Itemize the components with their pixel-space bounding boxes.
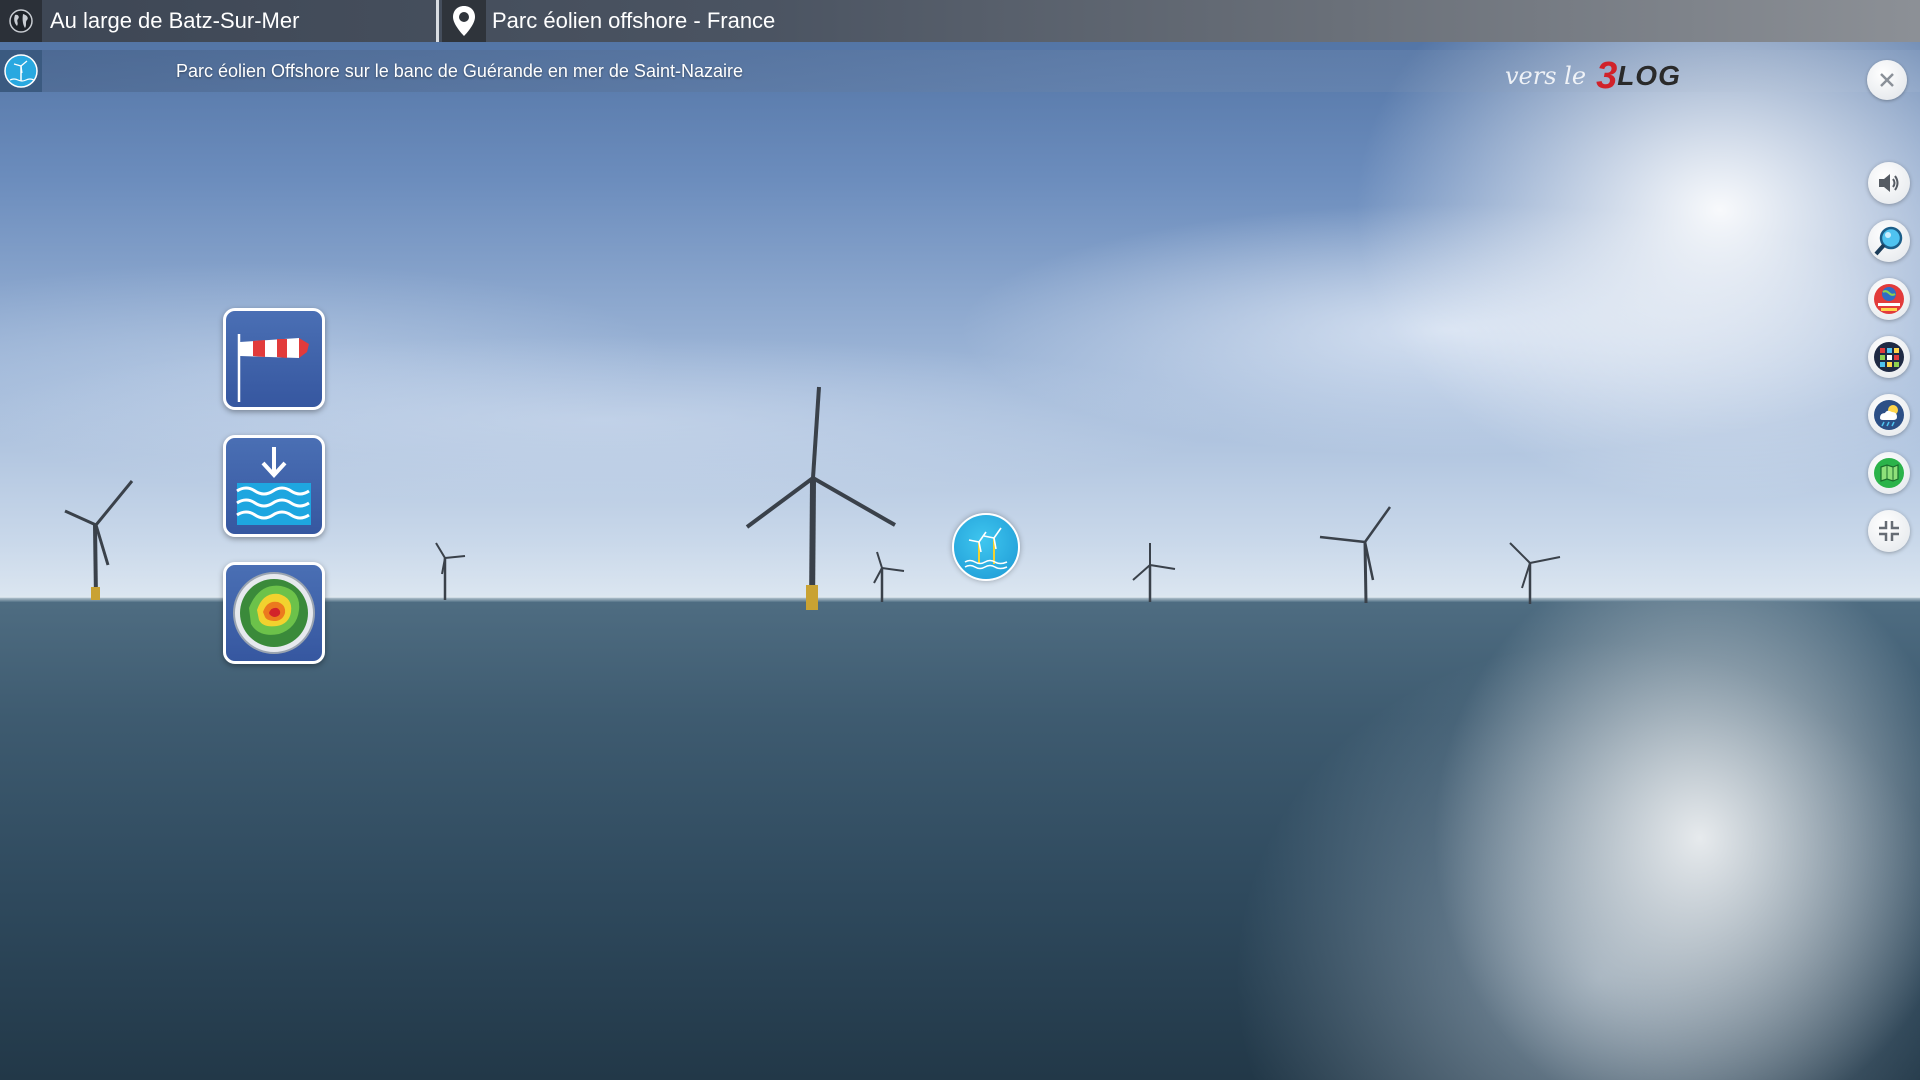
globe-menu-icon <box>1874 284 1904 314</box>
close-icon <box>1880 73 1894 87</box>
exit-fullscreen-button[interactable] <box>1868 510 1910 552</box>
sea <box>0 598 1920 1080</box>
blog-logo-number: 3 <box>1596 54 1618 97</box>
windsock-button[interactable] <box>223 308 325 410</box>
thumbnails-icon <box>1874 342 1904 372</box>
globe-icon[interactable] <box>0 0 42 42</box>
blog-link[interactable]: vers le 3 LOG <box>1505 54 1681 97</box>
speaker-icon <box>1879 174 1899 192</box>
header-divider <box>436 0 439 42</box>
panorama-menu-button[interactable] <box>1868 278 1910 320</box>
wind-turbine-hotspot[interactable] <box>952 513 1020 581</box>
wind-turbine <box>1505 538 1565 608</box>
tide-icon <box>236 447 311 525</box>
windsock-icon <box>237 334 309 402</box>
panorama-title: Parc éolien offshore - France <box>492 8 776 33</box>
radar-icon <box>233 572 315 654</box>
blog-link-prefix: vers le <box>1505 62 1587 90</box>
weather-radar-button[interactable] <box>223 562 325 664</box>
map-pin-icon[interactable] <box>442 0 486 42</box>
wind-turbine <box>60 475 140 605</box>
weather-icon <box>1874 400 1904 430</box>
weather-button[interactable] <box>1868 394 1910 436</box>
zoom-button[interactable] <box>1868 220 1910 262</box>
magnifier-icon <box>1874 226 1903 256</box>
compress-icon <box>1879 521 1899 541</box>
map-icon <box>1874 458 1904 488</box>
map-button[interactable] <box>1868 452 1910 494</box>
wind-turbine <box>1315 505 1395 605</box>
wind-turbine-icon <box>964 527 1008 570</box>
gallery-button[interactable] <box>1868 336 1910 378</box>
sound-button[interactable] <box>1868 162 1910 204</box>
sea-level-button[interactable] <box>223 435 325 537</box>
wind-turbine <box>430 538 470 603</box>
wind-turbine-icon[interactable] <box>0 50 42 92</box>
wind-turbine <box>1130 540 1180 605</box>
panorama-description: Parc éolien Offshore sur le banc de Guér… <box>176 61 743 81</box>
wind-turbine <box>868 550 908 605</box>
blog-logo-word: LOG <box>1617 60 1681 91</box>
location-title: Au large de Batz-Sur-Mer <box>50 8 300 33</box>
close-button[interactable] <box>1867 60 1907 100</box>
top-bar: Au large de Batz-Sur-Mer Parc éolien off… <box>0 0 1920 42</box>
